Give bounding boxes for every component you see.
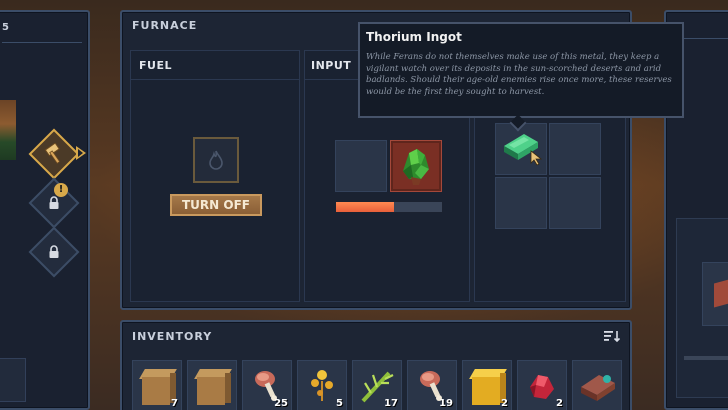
flame-icon [209, 150, 223, 170]
fuel-section: FUEL TURN OFF [130, 50, 300, 302]
inventory-slot-2[interactable] [187, 360, 237, 410]
tooltip-title: Thorium Ingot [366, 30, 462, 44]
item-tooltip: Thorium Ingot While Ferans do not themse… [358, 22, 684, 118]
recipe-tab-locked-1[interactable] [28, 177, 80, 229]
inventory-slot-6[interactable]: 19 [407, 360, 457, 410]
smelt-progress-bar [335, 201, 443, 213]
divider [131, 79, 299, 80]
fuel-slot[interactable] [193, 137, 239, 183]
inventory-slot-4[interactable]: 5 [297, 360, 347, 410]
recipe-tab-locked-2[interactable] [28, 226, 80, 278]
inventory-slot-9[interactable] [572, 360, 622, 410]
panel-title: FURNACE [132, 19, 198, 32]
crafting-side-panel: 5 ! [0, 10, 90, 410]
inventory-title: INVENTORY [132, 330, 213, 343]
inventory-slot-1[interactable]: 7 [132, 360, 182, 410]
rune-slot[interactable] [0, 358, 26, 402]
input-slot-empty[interactable] [335, 140, 387, 192]
tooltip-description: While Ferans do not themselves make use … [366, 52, 672, 97]
thorium-ingot-icon [504, 134, 538, 160]
inventory-slot-8[interactable]: 2 [517, 360, 567, 410]
item-count: 19 [439, 398, 453, 409]
turn-off-button[interactable]: TURN OFF [170, 194, 262, 216]
item-count: 2 [501, 398, 508, 409]
cursor-icon [530, 150, 543, 166]
input-slot-ore[interactable] [390, 140, 442, 192]
inventory-slot-3[interactable]: 25 [242, 360, 292, 410]
recipe-tab-hammer[interactable] [28, 128, 80, 180]
sort-icon[interactable] [604, 330, 621, 345]
alert-badge: ! [54, 183, 68, 197]
inventory-slot-5[interactable]: 17 [352, 360, 402, 410]
sand-block-icon [194, 369, 232, 405]
fuel-label: FUEL [139, 59, 172, 72]
item-count: 5 [336, 398, 343, 409]
thorium-ore-icon [403, 149, 429, 185]
inventory-slot-7[interactable]: 2 [462, 360, 512, 410]
item-count: 17 [384, 398, 398, 409]
gold-block-icon [469, 369, 507, 405]
input-label: INPUT [311, 59, 352, 72]
item-count: 25 [274, 398, 288, 409]
output-slot-ingot[interactable] [495, 123, 547, 175]
divider [2, 42, 82, 43]
item-count: 2 [556, 398, 563, 409]
inventory-panel: INVENTORY 7 25 5 17 19 2 2 [120, 320, 632, 410]
lock-icon [49, 196, 59, 209]
hammer-icon [44, 143, 61, 164]
item-count: 7 [171, 398, 178, 409]
panel-number: 5 [2, 22, 9, 33]
output-slot-4[interactable] [549, 177, 601, 229]
output-slot-2[interactable] [549, 123, 601, 175]
copper-ore-icon [581, 375, 615, 401]
right-scrollbar[interactable] [684, 356, 728, 360]
progress-fill [336, 202, 395, 212]
sand-block-icon [139, 369, 177, 405]
station-item-art [0, 100, 16, 160]
lock-icon [49, 245, 59, 258]
output-slot-3[interactable] [495, 177, 547, 229]
selected-arrow-icon [76, 146, 86, 160]
